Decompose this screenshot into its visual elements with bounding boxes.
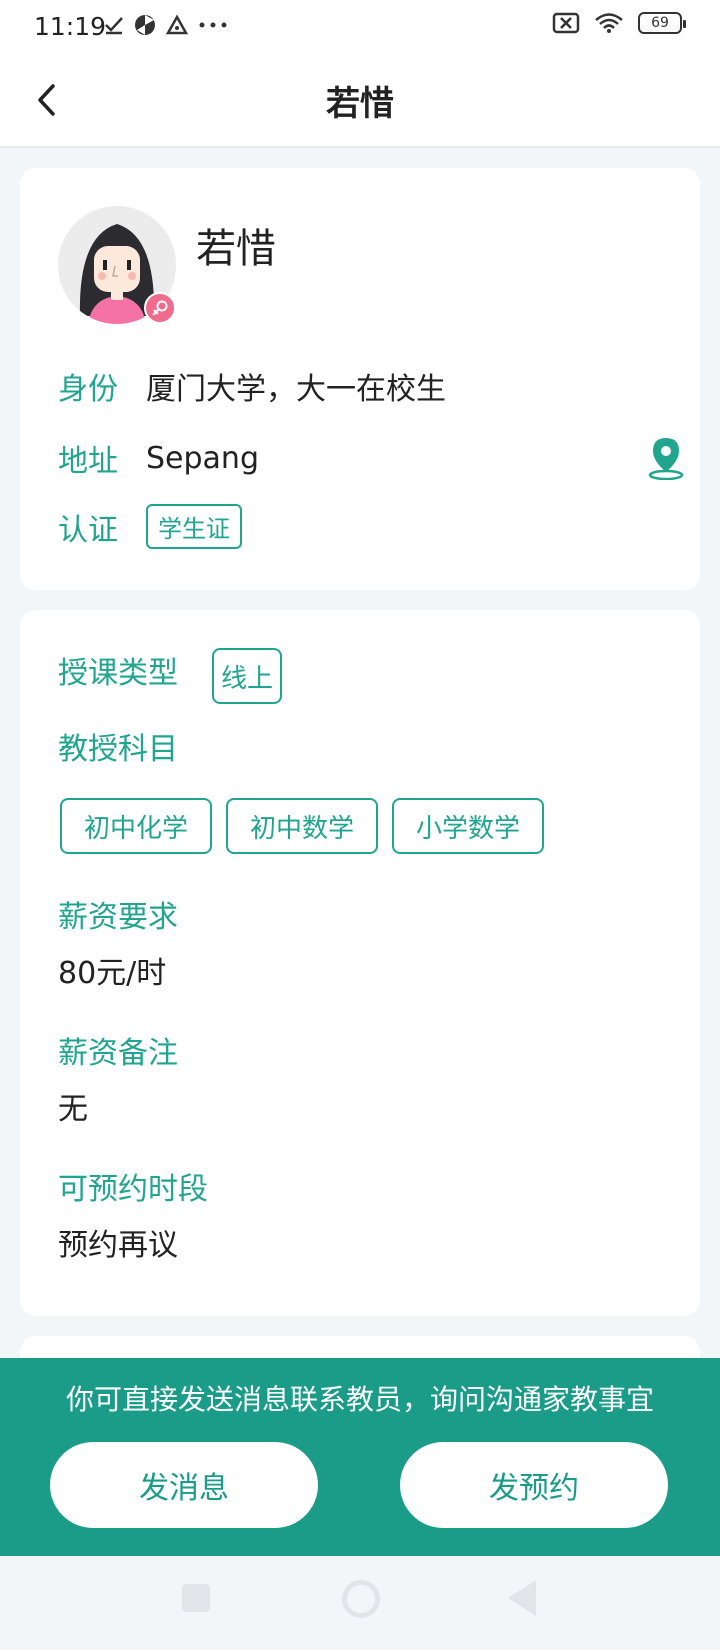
profile-name: 若惜 — [196, 226, 276, 272]
wifi-icon — [595, 13, 623, 33]
more-icon — [199, 22, 227, 28]
identity-row: 身份 厦门大学，大一在校生 — [58, 364, 446, 408]
address-label: 地址 — [58, 444, 118, 479]
subject-tag: 初中化学 — [60, 798, 212, 854]
available-time-value: 预约再议 — [58, 1228, 178, 1263]
sim-off-icon — [552, 12, 580, 34]
status-time: 11:19 — [34, 12, 107, 41]
aperture-icon — [135, 15, 155, 35]
send-booking-button[interactable]: 发预约 — [400, 1442, 668, 1528]
check-icon — [105, 17, 123, 35]
subject-tag: 初中数学 — [226, 798, 378, 854]
address-value: Sepang — [146, 440, 259, 476]
student-card-tag: 学生证 — [146, 504, 242, 549]
salary-label: 薪资要求 — [58, 900, 178, 935]
salary-value: 80元/时 — [58, 956, 167, 991]
status-icons-left — [104, 14, 228, 36]
salary-note-value: 无 — [58, 1092, 88, 1127]
subject-tags: 初中化学 初中数学 小学数学 — [60, 798, 544, 854]
send-message-button[interactable]: 发消息 — [50, 1442, 318, 1528]
certification-row: 认证 学生证 — [58, 504, 242, 549]
address-row: 地址 Sepang — [58, 436, 259, 480]
status-bar: 11:19 69 — [0, 0, 720, 54]
available-time-label: 可预约时段 — [58, 1172, 208, 1207]
recent-apps-button[interactable] — [182, 1584, 210, 1612]
system-nav-bar — [0, 1556, 720, 1650]
certification-label: 认证 — [58, 512, 118, 548]
battery-level: 69 — [651, 15, 669, 31]
nav-bar: 若惜 — [0, 54, 720, 148]
identity-value: 厦门大学，大一在校生 — [146, 372, 446, 407]
contact-hint: 你可直接发送消息联系教员，询问沟通家教事宜 — [65, 1383, 654, 1416]
system-back-button[interactable] — [508, 1580, 536, 1616]
triangle-icon — [166, 14, 188, 35]
profile-card: 若惜 身份 厦门大学，大一在校生 地址 Sepang 认证 学生证 — [20, 168, 700, 590]
teaching-detail-card: 授课类型 线上 教授科目 初中化学 初中数学 小学数学 薪资要求 80元/时 薪… — [20, 610, 700, 1316]
status-icons-right: 69 — [552, 12, 686, 34]
female-icon — [152, 300, 168, 316]
battery-icon: 69 — [638, 12, 686, 34]
teaching-type-label: 授课类型 — [58, 656, 178, 691]
identity-label: 身份 — [58, 372, 118, 407]
female-badge — [144, 292, 176, 324]
home-button[interactable] — [342, 1580, 380, 1618]
salary-note-label: 薪资备注 — [58, 1036, 178, 1071]
subjects-label: 教授科目 — [58, 732, 178, 767]
location-pin-icon[interactable] — [646, 436, 686, 481]
page-title: 若惜 — [326, 84, 394, 124]
teaching-type-tag: 线上 — [212, 648, 282, 704]
subject-tag: 小学数学 — [392, 798, 544, 854]
contact-action-bar: 你可直接发送消息联系教员，询问沟通家教事宜 发消息 发预约 — [0, 1358, 720, 1556]
